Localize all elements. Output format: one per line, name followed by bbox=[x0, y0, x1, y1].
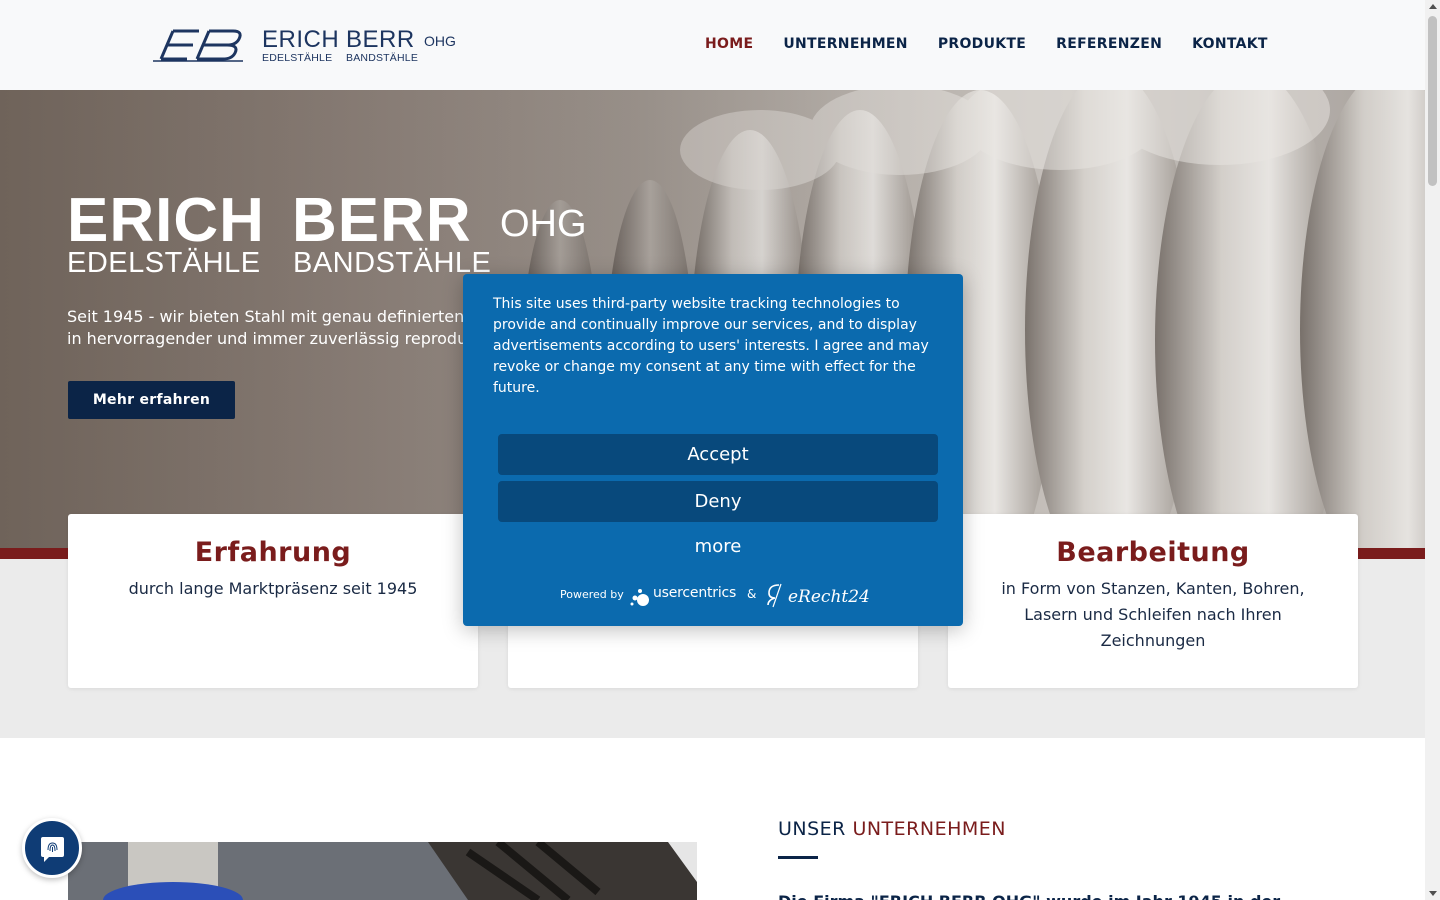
section-title-part2: UNTERNEHMEN bbox=[852, 818, 1006, 840]
company-section-title: UNSER UNTERNEHMEN bbox=[778, 818, 1006, 840]
more-link[interactable]: more bbox=[498, 536, 938, 557]
feature-card-erfahrung: Erfahrung durch lange Marktpräsenz seit … bbox=[68, 514, 478, 688]
feature-card-title: Erfahrung bbox=[194, 537, 352, 568]
erecht24-label[interactable]: eRecht24 bbox=[788, 587, 870, 607]
logo-name-left: ERICH bbox=[262, 26, 340, 53]
scrollbar-thumb[interactable] bbox=[1428, 16, 1437, 186]
hero-brand-suffix: OHG bbox=[500, 203, 587, 245]
hero-brand-left: ERICH bbox=[67, 186, 265, 255]
hero-description: Seit 1945 - wir bieten Stahl mit genau d… bbox=[67, 306, 487, 350]
nav-referenzen[interactable]: REFERENZEN bbox=[1056, 36, 1162, 52]
company-intro-text: Die Firma "ERICH BERR OHG" wurde im Jahr… bbox=[778, 892, 1378, 900]
eb-monogram-icon bbox=[153, 29, 243, 62]
hero-line-2: in hervorragender und immer zuverlässig … bbox=[67, 329, 468, 348]
consent-powered-by: Powered by usercentrics & eRecht24 bbox=[463, 582, 963, 612]
company-photo bbox=[68, 842, 697, 900]
accept-button[interactable]: Accept bbox=[498, 434, 938, 475]
triangle-up-icon[interactable] bbox=[1429, 4, 1437, 9]
nav-unternehmen[interactable]: UNTERNEHMEN bbox=[783, 36, 908, 52]
hero-line-1: Seit 1945 - wir bieten Stahl mit genau d… bbox=[67, 307, 465, 326]
fingerprint-chat-icon bbox=[41, 837, 64, 862]
company-logo[interactable]: ERICH BERR OHG EDELSTÄHLE BANDSTÄHLE bbox=[153, 26, 463, 66]
privacy-settings-button[interactable] bbox=[22, 818, 82, 878]
logo-sub-right: BANDSTÄHLE bbox=[346, 52, 419, 64]
powered-ampersand: & bbox=[747, 587, 757, 601]
nav-home[interactable]: HOME bbox=[705, 36, 753, 52]
site-header: ERICH BERR OHG EDELSTÄHLE BANDSTÄHLE HOM… bbox=[0, 0, 1425, 90]
feature-card-title: Bearbeitung bbox=[1056, 537, 1250, 568]
powered-by-label: Powered by bbox=[560, 588, 624, 601]
usercentrics-logo-icon bbox=[630, 589, 649, 606]
section-title-underline bbox=[778, 856, 818, 859]
usercentrics-label[interactable]: usercentrics bbox=[653, 585, 736, 601]
mehr-erfahren-button[interactable]: Mehr erfahren bbox=[68, 381, 235, 419]
erecht24-logo-icon bbox=[767, 583, 782, 608]
cookie-consent-dialog: This site uses third-party website track… bbox=[463, 274, 963, 626]
nav-kontakt[interactable]: KONTAKT bbox=[1192, 36, 1268, 52]
consent-message: This site uses third-party website track… bbox=[493, 296, 929, 396]
logo-suffix: OHG bbox=[424, 33, 456, 49]
hero-sub-left: EDELSTÄHLE bbox=[67, 247, 261, 279]
feature-card-text: in Form von Stanzen, Kanten, Bohren, Las… bbox=[1001, 579, 1305, 650]
section-title-part1: UNSER bbox=[778, 818, 846, 840]
logo-name-right: BERR bbox=[346, 26, 415, 53]
machine-image bbox=[68, 842, 697, 900]
nav-produkte[interactable]: PRODUKTE bbox=[938, 36, 1026, 52]
feature-card-bearbeitung: Bearbeitung in Form von Stanzen, Kanten,… bbox=[948, 514, 1358, 688]
page-scrollbar[interactable] bbox=[1425, 0, 1440, 900]
hero-brand-right: BERR bbox=[292, 186, 472, 255]
triangle-down-icon[interactable] bbox=[1429, 891, 1437, 896]
logo-sub-left: EDELSTÄHLE bbox=[262, 52, 333, 64]
hero-sub-right: BANDSTÄHLE bbox=[293, 247, 492, 279]
main-nav: HOME UNTERNEHMEN PRODUKTE REFERENZEN KON… bbox=[705, 36, 1298, 52]
feature-card-text: durch lange Marktpräsenz seit 1945 bbox=[128, 579, 418, 598]
deny-button[interactable]: Deny bbox=[498, 481, 938, 522]
